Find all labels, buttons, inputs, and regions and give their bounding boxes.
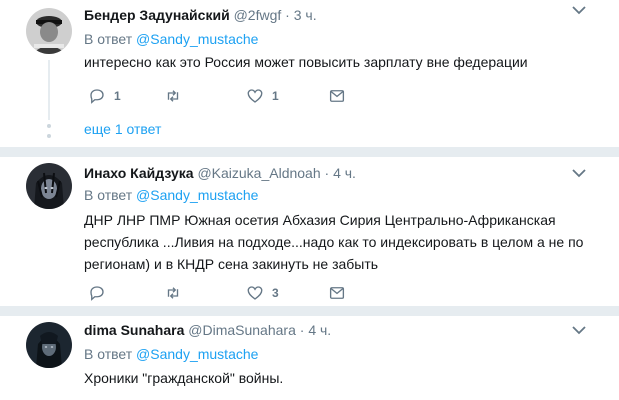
- like-button[interactable]: 3: [246, 283, 279, 303]
- avatar-image: [26, 322, 72, 368]
- avatar[interactable]: [26, 163, 72, 209]
- reply-mention[interactable]: @Sandy_mustache: [136, 31, 258, 47]
- chevron-down-icon[interactable]: [571, 5, 587, 15]
- reply-prefix: В ответ: [84, 31, 133, 47]
- reply-prefix: В ответ: [84, 346, 133, 362]
- reply-to-line: В ответ @Sandy_mustache: [84, 345, 258, 363]
- reply-mention[interactable]: @Sandy_mustache: [136, 346, 258, 362]
- author-handle[interactable]: @DimaSunahara: [188, 322, 296, 338]
- author-name[interactable]: Инахо Кайдзука: [84, 165, 194, 181]
- avatar[interactable]: [26, 8, 72, 54]
- like-button[interactable]: 1: [246, 86, 279, 106]
- retweet-icon: [167, 287, 179, 299]
- tweet-1[interactable]: Бендер Задунайский @2fwgf · 3 ч. В ответ…: [0, 0, 619, 152]
- reply-mention[interactable]: @Sandy_mustache: [136, 187, 258, 203]
- reply-count: 1: [114, 89, 121, 103]
- message-icon: [329, 90, 345, 102]
- retweet-button[interactable]: [164, 283, 190, 303]
- separator: [0, 306, 619, 316]
- avatar-image: [26, 8, 72, 54]
- reply-button[interactable]: 1: [88, 86, 121, 106]
- tweet-header: Бендер Задунайский @2fwgf · 3 ч.: [84, 6, 317, 24]
- like-icon: [247, 89, 263, 103]
- reply-to-line: В ответ @Sandy_mustache: [84, 30, 258, 48]
- tweet-header: dima Sunahara @DimaSunahara · 4 ч.: [84, 321, 331, 339]
- tweet-3[interactable]: dima Sunahara @DimaSunahara · 4 ч. В отв…: [0, 316, 619, 400]
- thread-line: [48, 60, 50, 120]
- avatar[interactable]: [26, 322, 72, 368]
- tweet-2[interactable]: Инахо Кайдзука @Kaizuka_Aldnoah · 4 ч. В…: [0, 157, 619, 310]
- tweet-text: ДНР ЛНР ПМР Южная осетия Абхазия Сирия Ц…: [84, 212, 584, 272]
- like-count: 1: [272, 89, 279, 103]
- action-bar: 1 1: [84, 86, 384, 106]
- author-name[interactable]: Бендер Задунайский: [84, 7, 230, 23]
- reply-to-line: В ответ @Sandy_mustache: [84, 186, 258, 204]
- author-handle[interactable]: @2fwgf: [234, 7, 282, 23]
- author-handle[interactable]: @Kaizuka_Aldnoah: [197, 165, 320, 181]
- show-more-replies-link[interactable]: еще 1 ответ: [84, 121, 161, 137]
- message-button[interactable]: [328, 283, 346, 303]
- separator-dot: ·: [285, 7, 290, 23]
- timestamp[interactable]: 4 ч.: [333, 165, 356, 181]
- message-button[interactable]: [328, 86, 346, 106]
- separator-dot: ·: [324, 165, 330, 181]
- action-bar: 3: [84, 283, 384, 303]
- avatar-image: [26, 163, 72, 209]
- reply-icon: [90, 89, 104, 104]
- tweet-text: Хроники "гражданской" войны.: [84, 370, 284, 386]
- tweet-header: Инахо Кайдзука @Kaizuka_Aldnoah · 4 ч.: [84, 164, 356, 182]
- reply-prefix: В ответ: [84, 187, 133, 203]
- like-icon: [247, 286, 263, 300]
- like-count: 3: [272, 286, 279, 300]
- chevron-down-icon[interactable]: [571, 168, 587, 178]
- chevron-down-icon[interactable]: [571, 325, 587, 335]
- retweet-button[interactable]: [164, 86, 190, 106]
- timestamp[interactable]: 4 ч.: [308, 322, 331, 338]
- timestamp[interactable]: 3 ч.: [294, 7, 317, 23]
- tweet-text: интересно как это Россия может повысить …: [84, 54, 528, 70]
- separator: [0, 147, 619, 157]
- reply-button[interactable]: [88, 283, 114, 303]
- thread-dots: [47, 124, 51, 144]
- message-icon: [329, 287, 345, 299]
- retweet-icon: [167, 90, 179, 102]
- author-name[interactable]: dima Sunahara: [84, 322, 184, 338]
- separator-dot: ·: [299, 322, 305, 338]
- reply-icon: [90, 286, 104, 301]
